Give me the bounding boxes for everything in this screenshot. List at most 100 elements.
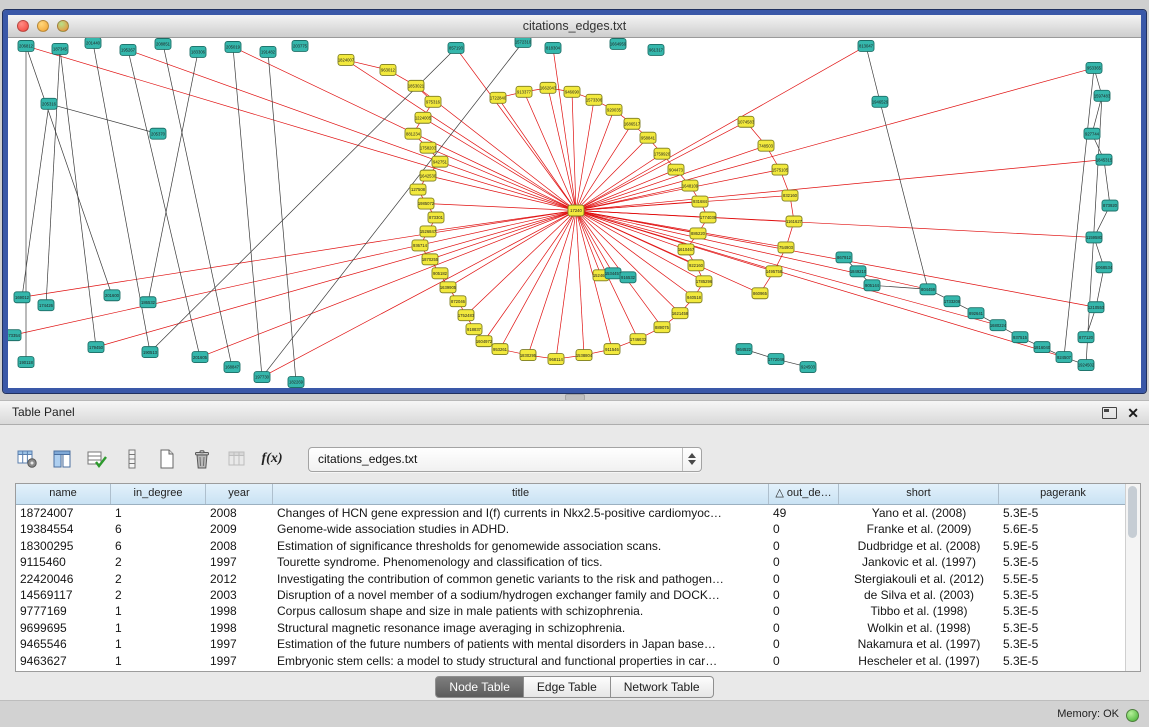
- graph-node[interactable]: 1785296: [696, 276, 713, 287]
- graph-node[interactable]: 1572310: [515, 38, 532, 47]
- graph-node[interactable]: 1597483: [1094, 90, 1111, 101]
- graph-node[interactable]: 205370: [150, 128, 166, 139]
- graph-node[interactable]: 179450: [88, 342, 104, 353]
- graph-node[interactable]: 17240: [568, 205, 584, 216]
- graph-node[interactable]: 958841: [640, 132, 656, 143]
- graph-node[interactable]: 1495758: [766, 266, 783, 277]
- graph-node[interactable]: 190513: [142, 347, 158, 358]
- graph-node[interactable]: 961317: [648, 44, 664, 55]
- graph-node[interactable]: 1752483: [458, 310, 475, 321]
- graph-node[interactable]: 201600: [104, 290, 120, 301]
- table-row[interactable]: 1830029562008Estimation of significance …: [16, 538, 1140, 554]
- graph-node[interactable]: 1924502: [1078, 360, 1095, 371]
- graph-node[interactable]: 1733208: [944, 296, 961, 307]
- table-row[interactable]: 1938455462009Genome-wide association stu…: [16, 521, 1140, 537]
- graph-node[interactable]: 1845315: [1096, 154, 1113, 165]
- graph-node[interactable]: 905182: [432, 268, 448, 279]
- graph-node[interactable]: 1746632: [630, 334, 647, 345]
- graph-node[interactable]: 1210553: [1088, 302, 1105, 313]
- graph-node[interactable]: 911546: [604, 344, 620, 355]
- graph-node[interactable]: 864522: [736, 344, 752, 355]
- graph-node[interactable]: 208851: [155, 38, 171, 49]
- graph-node[interactable]: 1853021: [408, 80, 425, 91]
- import-table-icon[interactable]: [224, 446, 250, 472]
- graph-node[interactable]: 1758203: [420, 142, 437, 153]
- graph-node[interactable]: 205019: [225, 41, 241, 52]
- graph-node[interactable]: 1662043: [540, 82, 557, 93]
- graph-node[interactable]: 889075: [654, 322, 670, 333]
- column-header-year[interactable]: year: [206, 484, 273, 504]
- table-row[interactable]: 1456911722003Disruption of a novel membe…: [16, 587, 1140, 603]
- graph-node[interactable]: 1534457: [605, 268, 622, 279]
- graph-node[interactable]: 924503: [800, 362, 816, 373]
- graph-node[interactable]: 201605: [192, 352, 208, 363]
- graph-node[interactable]: 1946529: [872, 96, 889, 107]
- graph-node[interactable]: 1772046: [768, 354, 785, 365]
- row-height-icon[interactable]: [119, 446, 145, 472]
- graph-node[interactable]: 1830295: [520, 350, 537, 361]
- graph-node[interactable]: 1774038: [700, 212, 717, 223]
- graph-node[interactable]: 1068534: [1096, 262, 1113, 273]
- graph-node[interactable]: 203775: [292, 40, 308, 51]
- column-header-out_de[interactable]: △ out_de…: [769, 484, 839, 504]
- table-row[interactable]: 946362711997Embryonic stem cells: a mode…: [16, 653, 1140, 669]
- graph-node[interactable]: 1664959: [610, 38, 627, 49]
- graph-node[interactable]: 1610467: [678, 244, 695, 255]
- graph-node[interactable]: 754903: [778, 242, 794, 253]
- graph-node[interactable]: 197730: [254, 372, 270, 383]
- table-row[interactable]: 1872400712008Changes of HCN gene express…: [16, 505, 1140, 521]
- graph-node[interactable]: 1604972: [476, 336, 493, 347]
- graph-node[interactable]: 804459: [920, 284, 936, 295]
- graph-node[interactable]: 174426: [38, 300, 54, 311]
- graph-node[interactable]: 924507: [1056, 352, 1072, 363]
- graph-node[interactable]: 892641: [968, 308, 984, 319]
- table-row[interactable]: 977716911998Corpus callosum shape and si…: [16, 603, 1140, 619]
- tab-edge-table[interactable]: Edge Table: [524, 676, 611, 698]
- table-row[interactable]: 2242004622012Investigating the contribut…: [16, 571, 1140, 587]
- graph-node[interactable]: 918837: [466, 324, 482, 335]
- table-options-icon[interactable]: [14, 446, 40, 472]
- graph-node[interactable]: 1722840: [490, 92, 507, 103]
- float-panel-icon[interactable]: [1102, 407, 1117, 419]
- graph-node[interactable]: 905144: [864, 280, 880, 291]
- graph-node[interactable]: 1526847: [420, 226, 437, 237]
- scrollbar-thumb[interactable]: [1128, 486, 1137, 538]
- graph-node[interactable]: 873920: [1102, 200, 1118, 211]
- graph-node[interactable]: 963012: [380, 64, 396, 75]
- graph-node[interactable]: 1686517: [624, 118, 641, 129]
- graph-node[interactable]: 942751: [432, 156, 448, 167]
- network-canvas[interactable]: 1724018240079630121853021975316122400588…: [8, 38, 1141, 388]
- graph-node[interactable]: 1159580: [1086, 232, 1103, 243]
- graph-node[interactable]: 748503: [758, 140, 774, 151]
- graph-node[interactable]: 1648109: [682, 180, 699, 191]
- table-row[interactable]: 911546021997Tourette syndrome. Phenomeno…: [16, 554, 1140, 570]
- graph-node[interactable]: 1849210: [850, 266, 867, 277]
- new-table-icon[interactable]: [154, 446, 180, 472]
- table-vertical-scrollbar[interactable]: [1125, 484, 1140, 671]
- graph-node[interactable]: 1573306: [586, 94, 603, 105]
- graph-node[interactable]: 201440: [85, 38, 101, 48]
- graph-node[interactable]: 1639905: [440, 282, 457, 293]
- graph-node[interactable]: 1074583: [738, 116, 755, 127]
- graph-node[interactable]: 867912: [836, 252, 852, 263]
- graph-node[interactable]: 187345: [52, 43, 68, 54]
- graph-node[interactable]: 931684: [692, 196, 708, 207]
- column-header-name[interactable]: name: [16, 484, 111, 504]
- graph-node[interactable]: 186532: [140, 297, 156, 308]
- graph-node[interactable]: 818304: [545, 42, 561, 53]
- table-row[interactable]: 969969511998Structural magnetic resonanc…: [16, 620, 1140, 636]
- graph-node[interactable]: 953365: [1086, 62, 1102, 73]
- column-header-title[interactable]: title: [273, 484, 769, 504]
- graph-node[interactable]: 927744: [1084, 128, 1100, 139]
- network-window-titlebar[interactable]: citations_edges.txt: [8, 15, 1141, 38]
- graph-node[interactable]: 881234: [405, 128, 421, 139]
- graph-node[interactable]: 206812: [18, 40, 34, 51]
- graph-node[interactable]: 1224005: [415, 112, 432, 123]
- graph-node[interactable]: 968114: [548, 354, 564, 365]
- graph-node[interactable]: 946690: [564, 86, 580, 97]
- column-header-pagerank[interactable]: pagerank: [999, 484, 1128, 504]
- edit-table-icon[interactable]: [84, 446, 110, 472]
- show-columns-icon[interactable]: [49, 446, 75, 472]
- graph-node[interactable]: 173354: [8, 330, 21, 341]
- column-header-in_degree[interactable]: in_degree: [111, 484, 206, 504]
